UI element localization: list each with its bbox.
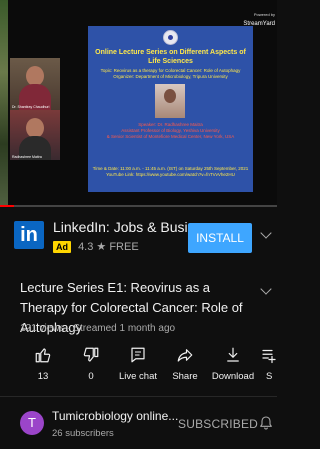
- share-icon: [177, 349, 193, 362]
- share-label: Share: [172, 371, 198, 382]
- dislike-button[interactable]: 0: [65, 346, 117, 382]
- streamyard-logo: StreamYard: [243, 21, 275, 27]
- action-row: 13 0 Live chat Share Download S: [0, 346, 277, 392]
- thumbs-down-icon: [83, 347, 99, 362]
- save-label: S: [266, 371, 273, 382]
- save-icon: [262, 349, 276, 364]
- subscribed-button[interactable]: SUBSCRIBED: [178, 417, 258, 431]
- participant-head: [26, 118, 44, 138]
- powered-label: Powered by: [253, 12, 275, 17]
- ad-badge: Ad: [53, 241, 71, 253]
- participant-camera-2: Radhashree Maitra: [10, 110, 60, 160]
- chevron-down-icon[interactable]: [260, 227, 272, 239]
- like-button[interactable]: 13: [17, 346, 69, 382]
- channel-avatar[interactable]: T: [20, 411, 44, 435]
- participant-name: Radhashree Maitra: [12, 155, 42, 159]
- share-button[interactable]: Share: [159, 346, 211, 382]
- slide-title: Online Lecture Series on Different Aspec…: [95, 49, 246, 65]
- download-icon: [227, 347, 239, 362]
- slide-affiliation-2: & Senior Scientist of Montefiore Medical…: [106, 134, 235, 139]
- participant-head: [26, 66, 44, 86]
- slide-organizer: Organizer: Department of Microbiology, T…: [113, 74, 228, 79]
- slide-time-text: Time & Date: 11:00 a.m. - 11:45 a.m. (IS…: [92, 166, 249, 171]
- channel-row[interactable]: T Tumicrobiology online... 26 subscriber…: [0, 396, 277, 449]
- participant-name: Dr. Shantiray Chaudhuri: [12, 105, 50, 109]
- slide-speaker: Speaker: Dr. Radhashree Maitra Assistant…: [92, 122, 249, 140]
- linkedin-logo-icon[interactable]: in: [14, 221, 44, 249]
- university-logo-icon: [163, 30, 178, 45]
- slide-speaker-name: Speaker: Dr. Radhashree Maitra: [138, 122, 203, 127]
- dislike-count: 0: [88, 371, 94, 382]
- slide-link: YouTube Link: https://www.youtube.com/wa…: [106, 172, 235, 177]
- slide-topic: Topic: Reovirus as a therapy for Colorec…: [92, 68, 249, 80]
- video-edge-strip: [0, 0, 8, 206]
- ad-banner[interactable]: in LinkedIn: Jobs & Business... Ad 4.3 ★…: [0, 207, 277, 262]
- powered-by: Powered by StreamYard: [243, 12, 275, 27]
- speaker-photo: [155, 84, 185, 118]
- live-chat-label: Live chat: [118, 371, 158, 382]
- thumbs-up-icon: [35, 348, 51, 363]
- like-count: 13: [37, 371, 49, 382]
- save-button[interactable]: S: [252, 346, 277, 382]
- bell-icon[interactable]: [258, 414, 274, 432]
- subscriber-count: 26 subscribers: [52, 428, 114, 439]
- live-chat-icon: [131, 347, 145, 363]
- participant-camera-1: Dr. Shantiray Chaudhuri: [10, 58, 60, 110]
- slide-topic-text: Topic: Reovirus as a therapy for Colorec…: [100, 68, 241, 73]
- presentation-slide: Online Lecture Series on Different Aspec…: [88, 26, 253, 192]
- chevron-down-icon[interactable]: [260, 283, 272, 295]
- video-player[interactable]: Dr. Shantiray Chaudhuri Radhashree Maitr…: [0, 0, 277, 206]
- ad-meta: Ad 4.3 ★ FREE: [53, 240, 139, 253]
- slide-affiliation: Assistant Professor of Biology, Yeshiva …: [121, 128, 220, 133]
- video-meta: 121 views · Streamed 1 month ago: [20, 323, 176, 334]
- install-button[interactable]: INSTALL: [188, 223, 252, 253]
- channel-name[interactable]: Tumicrobiology online...: [52, 409, 178, 423]
- ad-rating: 4.3 ★ FREE: [78, 241, 139, 253]
- live-chat-button[interactable]: Live chat: [112, 346, 164, 382]
- slide-time: Time & Date: 11:00 a.m. - 11:45 a.m. (IS…: [92, 166, 249, 178]
